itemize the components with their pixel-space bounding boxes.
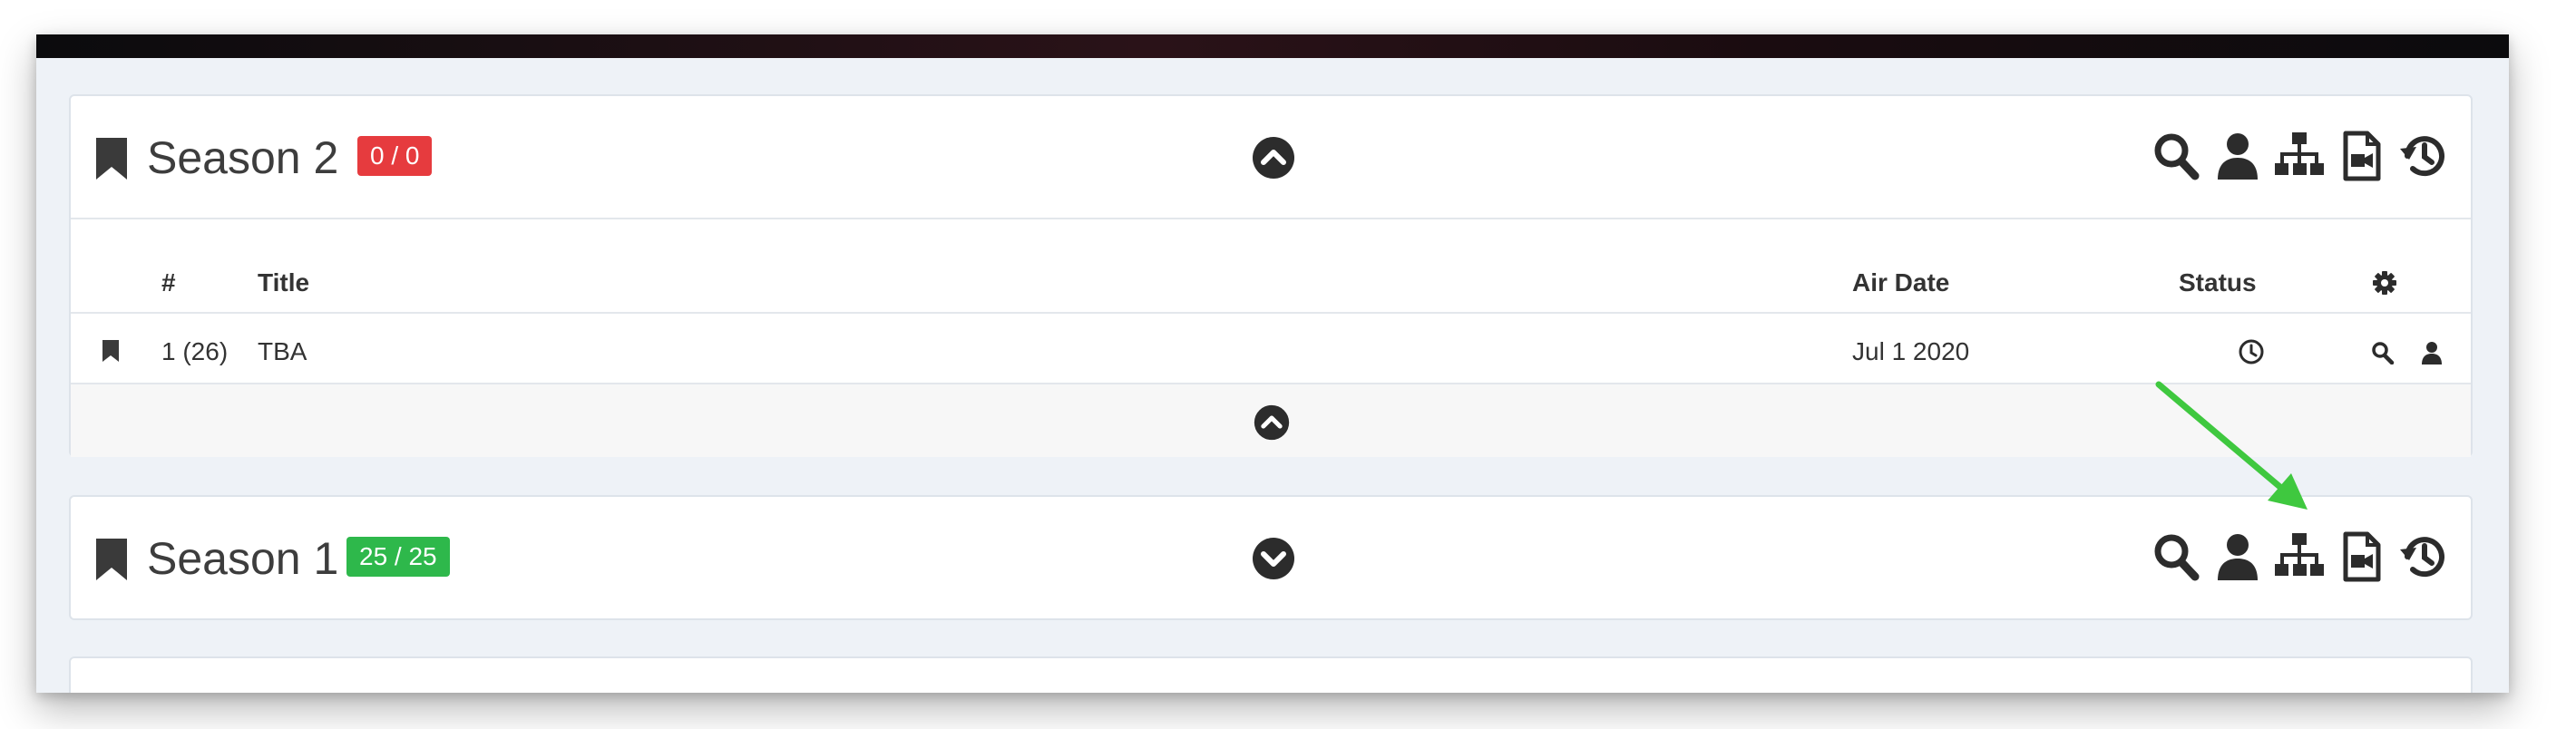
header-divider: [71, 218, 2471, 219]
season-title: Season 2: [147, 132, 339, 183]
bookmark-icon[interactable]: [94, 537, 129, 582]
column-header-air-date[interactable]: Air Date: [1852, 265, 1949, 301]
collapse-chevron-up-icon[interactable]: [1252, 136, 1295, 180]
history-icon[interactable]: [2398, 131, 2447, 181]
hero-banner-strip: [36, 34, 2509, 58]
search-icon[interactable]: [2152, 131, 2200, 181]
column-header-status[interactable]: Status: [2179, 265, 2257, 301]
season-panel-partial: [69, 656, 2473, 693]
bookmark-icon[interactable]: [94, 136, 129, 181]
app-window: Season 2 0 / 0 # Title Air Date Status 1…: [36, 34, 2509, 693]
clock-icon: [2239, 339, 2264, 364]
table-header-divider: [71, 312, 2471, 314]
column-header-number[interactable]: #: [161, 265, 176, 301]
gear-icon[interactable]: [2373, 271, 2396, 295]
expand-chevron-down-icon[interactable]: [1252, 537, 1295, 580]
season-2-header: Season 2 0 / 0: [71, 96, 2471, 218]
user-icon[interactable]: [2213, 531, 2262, 582]
season-2-panel: Season 2 0 / 0 # Title Air Date Status 1…: [69, 94, 2473, 457]
episode-title[interactable]: TBA: [258, 334, 307, 370]
history-icon[interactable]: [2398, 531, 2447, 582]
hierarchy-icon[interactable]: [2275, 131, 2324, 181]
episode-air-date: Jul 1 2020: [1852, 337, 1970, 365]
episode-count-badge: 0 / 0: [357, 136, 433, 176]
season-1-header: Season 1 25 / 25: [71, 497, 2471, 618]
file-video-icon[interactable]: [2337, 131, 2386, 181]
user-icon[interactable]: [2420, 341, 2444, 364]
season-2-actions: [2152, 131, 2447, 181]
hierarchy-icon[interactable]: [2275, 531, 2324, 582]
season-1-panel: Season 1 25 / 25: [69, 495, 2473, 620]
collapse-chevron-up-icon[interactable]: [1254, 404, 1290, 441]
file-video-icon[interactable]: [2337, 531, 2386, 582]
episode-count-badge: 25 / 25: [346, 537, 450, 577]
episode-number: 1 (26): [161, 337, 229, 365]
season-1-actions: [2152, 531, 2447, 582]
season-2-footer: [71, 383, 2471, 457]
search-icon[interactable]: [2371, 341, 2395, 364]
user-icon[interactable]: [2213, 131, 2262, 181]
column-header-title[interactable]: Title: [258, 265, 309, 301]
bookmark-icon[interactable]: [102, 339, 120, 363]
season-title: Season 1: [147, 533, 339, 584]
search-icon[interactable]: [2152, 531, 2200, 582]
